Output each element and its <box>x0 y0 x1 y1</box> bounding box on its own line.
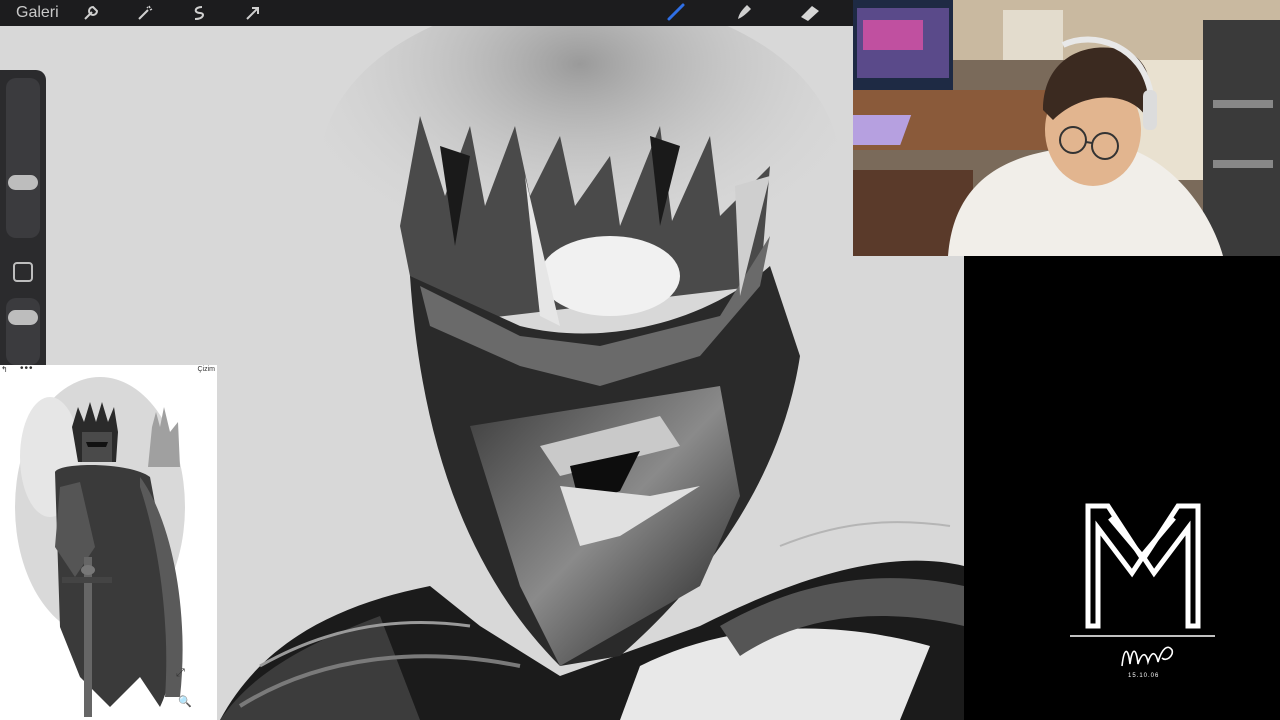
modify-button[interactable] <box>13 262 33 282</box>
more-icon[interactable]: ••• <box>20 365 34 374</box>
opacity-thumb[interactable] <box>8 310 38 325</box>
brush-size-slider[interactable] <box>6 78 40 238</box>
wrench-icon[interactable] <box>77 0 105 27</box>
mm-logo <box>1070 503 1215 637</box>
gallery-button[interactable]: Galeri <box>16 4 59 22</box>
brush-icon[interactable] <box>662 0 690 26</box>
reference-title[interactable]: Çizim <box>198 366 216 373</box>
zoom-icon[interactable]: 🔍 <box>178 695 192 708</box>
reference-window[interactable]: ↰ ••• Çizim ⤢ 🔍 <box>0 365 217 720</box>
webcam-image <box>853 0 1280 256</box>
toolbar: Galeri <box>0 0 853 26</box>
reference-header: ↰ ••• Çizim <box>0 365 217 377</box>
magic-wand-icon[interactable] <box>131 0 159 27</box>
brush-size-thumb[interactable] <box>8 175 38 190</box>
eraser-icon[interactable] <box>796 0 824 26</box>
signature-date: 15.10.06 <box>1128 673 1160 679</box>
expand-icon[interactable]: ⤢ <box>176 667 185 680</box>
opacity-slider[interactable] <box>6 298 40 365</box>
smudge-icon[interactable] <box>730 0 758 26</box>
sidebar <box>0 70 46 365</box>
webcam-feed <box>853 0 1280 256</box>
selection-icon[interactable] <box>185 0 213 27</box>
signature <box>1121 646 1174 667</box>
transform-arrow-icon[interactable] <box>239 0 267 27</box>
back-icon[interactable]: ↰ <box>1 365 8 374</box>
